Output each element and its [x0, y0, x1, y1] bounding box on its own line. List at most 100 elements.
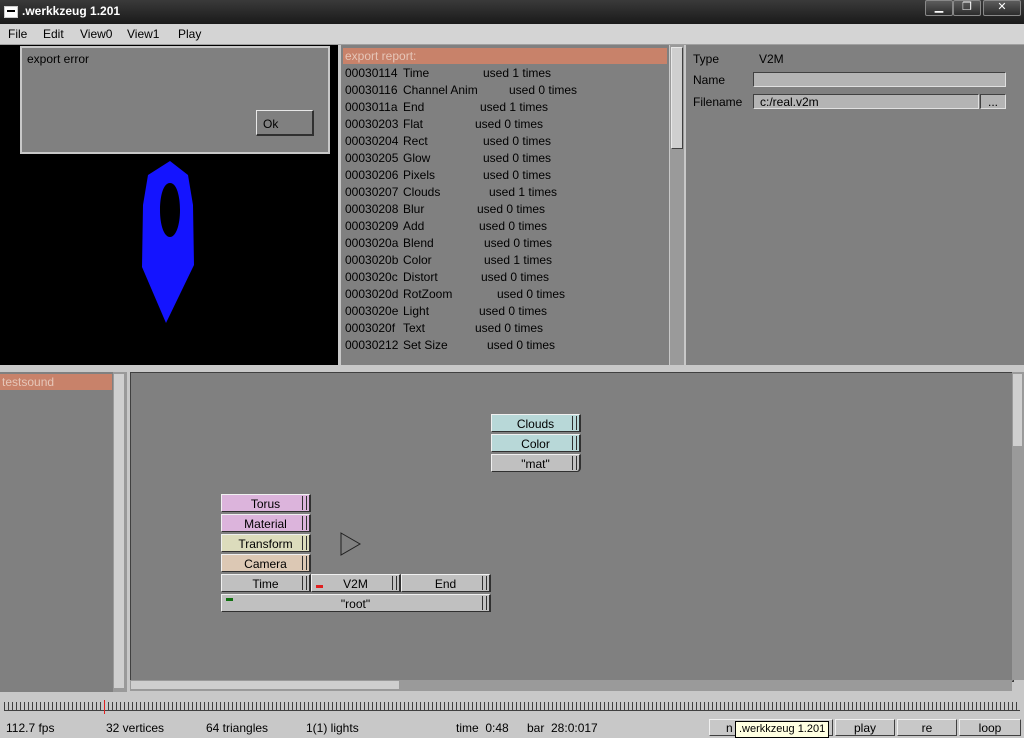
report-row: 00030209 Add used 0 times: [345, 218, 665, 235]
op-color-grip[interactable]: [572, 436, 577, 450]
op-v2m[interactable]: V2M: [311, 574, 401, 592]
report-row: 0003011a End used 1 times: [345, 99, 665, 116]
re-button[interactable]: re: [897, 719, 957, 736]
window-title: .werkkzeug 1.201: [22, 4, 121, 18]
report-row-op: 0003020c: [345, 270, 398, 284]
horizontal-splitter[interactable]: [0, 365, 1024, 372]
report-row: 0003020b Color used 1 times: [345, 252, 665, 269]
timeline[interactable]: [0, 694, 1024, 718]
report-row-op: 00030203: [345, 117, 399, 131]
report-row-name: Text: [403, 321, 426, 335]
op-time-grip[interactable]: [302, 576, 307, 590]
report-row-usage: used 0 times: [479, 219, 548, 233]
report-row-usage: used 0 times: [487, 338, 556, 352]
properties-panel: Type V2M Name Filename c:/real.v2m ...: [686, 45, 1024, 365]
report-row: 0003020d RotZoom used 0 times: [345, 286, 665, 303]
root-status-indicator: [226, 598, 233, 601]
report-row: 00030114 Time used 1 times: [345, 65, 665, 82]
loop-button[interactable]: loop: [959, 719, 1021, 736]
preview-mesh-shape: [142, 161, 194, 323]
page-list-scroll-thumb[interactable]: [114, 374, 124, 688]
graph-vscroll-thumb[interactable]: [1013, 374, 1022, 446]
browse-button[interactable]: ...: [980, 94, 1006, 109]
report-row-usage: used 0 times: [477, 202, 546, 216]
name-field[interactable]: [753, 72, 1006, 87]
report-row-usage: used 1 times: [483, 66, 552, 80]
v2m-error-indicator: [316, 585, 323, 588]
report-row-op: 00030206: [345, 168, 399, 182]
op-end-grip[interactable]: [482, 576, 487, 590]
report-row-op: 00030212: [345, 338, 399, 352]
report-row-name: Distort: [403, 270, 438, 284]
report-row: 00030208 Blur used 0 times: [345, 201, 665, 218]
report-row: 00030207 Clouds used 1 times: [345, 184, 665, 201]
op-mat-grip[interactable]: [572, 456, 577, 470]
op-clouds[interactable]: Clouds: [491, 414, 581, 432]
report-row-op: 00030207: [345, 185, 399, 199]
op-transform-grip[interactable]: [302, 536, 307, 550]
graph-vertical-scrollbar[interactable]: [1012, 372, 1024, 680]
op-camera-grip[interactable]: [302, 556, 307, 570]
title-bar: .werkkzeug 1.201 ▁ ❐ ✕: [0, 0, 1024, 24]
op-transform-label: Transform: [238, 537, 293, 551]
op-torus[interactable]: Torus: [221, 494, 311, 512]
filename-field[interactable]: c:/real.v2m: [753, 94, 979, 109]
fps-readout: 112.7 fps: [6, 721, 55, 735]
graph-hscroll-thumb[interactable]: [131, 681, 399, 689]
report-row-name: Pixels: [403, 168, 436, 182]
vertices-readout: 32 vertices: [106, 721, 165, 735]
report-row-op: 00030208: [345, 202, 399, 216]
operator-graph[interactable]: Clouds Color "mat" Torus Material Transf…: [130, 372, 1014, 682]
op-root-store[interactable]: "root": [221, 594, 491, 612]
op-end-label: End: [434, 577, 457, 591]
menu-play[interactable]: Play: [178, 27, 201, 41]
report-row: 00030205 Glow used 0 times: [345, 150, 665, 167]
op-material-label: Material: [244, 517, 287, 531]
menu-edit[interactable]: Edit: [43, 27, 64, 41]
report-row-op: 0003011a: [345, 100, 398, 114]
close-button[interactable]: ✕: [983, 0, 1021, 16]
ok-button[interactable]: Ok: [256, 110, 314, 136]
report-row-op: 0003020e: [345, 304, 399, 318]
report-row-name: Flat: [403, 117, 424, 131]
report-row-op: 0003020f: [345, 321, 396, 335]
menu-view0[interactable]: View0: [80, 27, 112, 41]
menu-view1[interactable]: View1: [127, 27, 159, 41]
report-scrollbar[interactable]: [670, 45, 684, 365]
timeline-cursor[interactable]: [104, 700, 105, 714]
report-row-op: 00030205: [345, 151, 399, 165]
op-time[interactable]: Time: [221, 574, 311, 592]
report-row-name: Blur: [403, 202, 425, 216]
op-clouds-grip[interactable]: [572, 416, 577, 430]
report-row-op: 0003020a: [345, 236, 399, 250]
page-item-testsound[interactable]: testsound: [0, 374, 112, 390]
graph-horizontal-scrollbar[interactable]: [130, 680, 1012, 691]
report-row: 00030204 Rect used 0 times: [345, 133, 665, 150]
op-end[interactable]: End: [401, 574, 491, 592]
report-row-usage: used 0 times: [479, 304, 548, 318]
op-transform[interactable]: Transform: [221, 534, 311, 552]
status-bar: 112.7 fps 32 vertices 64 triangles 1(1) …: [0, 718, 1024, 737]
page-list-scrollbar[interactable]: [113, 372, 127, 692]
report-row: 00030212 Set Size used 0 times: [345, 337, 665, 354]
report-row-usage: used 0 times: [483, 134, 552, 148]
op-v2m-grip[interactable]: [392, 576, 397, 590]
minimize-button[interactable]: ▁: [925, 0, 953, 16]
op-material-grip[interactable]: [302, 516, 307, 530]
maximize-button[interactable]: ❐: [953, 0, 981, 16]
op-torus-grip[interactable]: [302, 496, 307, 510]
report-row-name: Set Size: [403, 338, 448, 352]
op-color[interactable]: Color: [491, 434, 581, 452]
report-scroll-thumb[interactable]: [671, 47, 683, 149]
type-label: Type: [693, 52, 720, 66]
op-mat-store[interactable]: "mat": [491, 454, 581, 472]
report-row-usage: used 0 times: [481, 270, 550, 284]
op-camera[interactable]: Camera: [221, 554, 311, 572]
report-row-op: 00030114: [345, 66, 398, 80]
app-icon: [4, 6, 18, 18]
menu-file[interactable]: File: [8, 27, 27, 41]
op-material[interactable]: Material: [221, 514, 311, 532]
triangles-readout: 64 triangles: [206, 721, 269, 735]
play-button[interactable]: play: [835, 719, 895, 736]
op-root-grip[interactable]: [482, 596, 487, 610]
